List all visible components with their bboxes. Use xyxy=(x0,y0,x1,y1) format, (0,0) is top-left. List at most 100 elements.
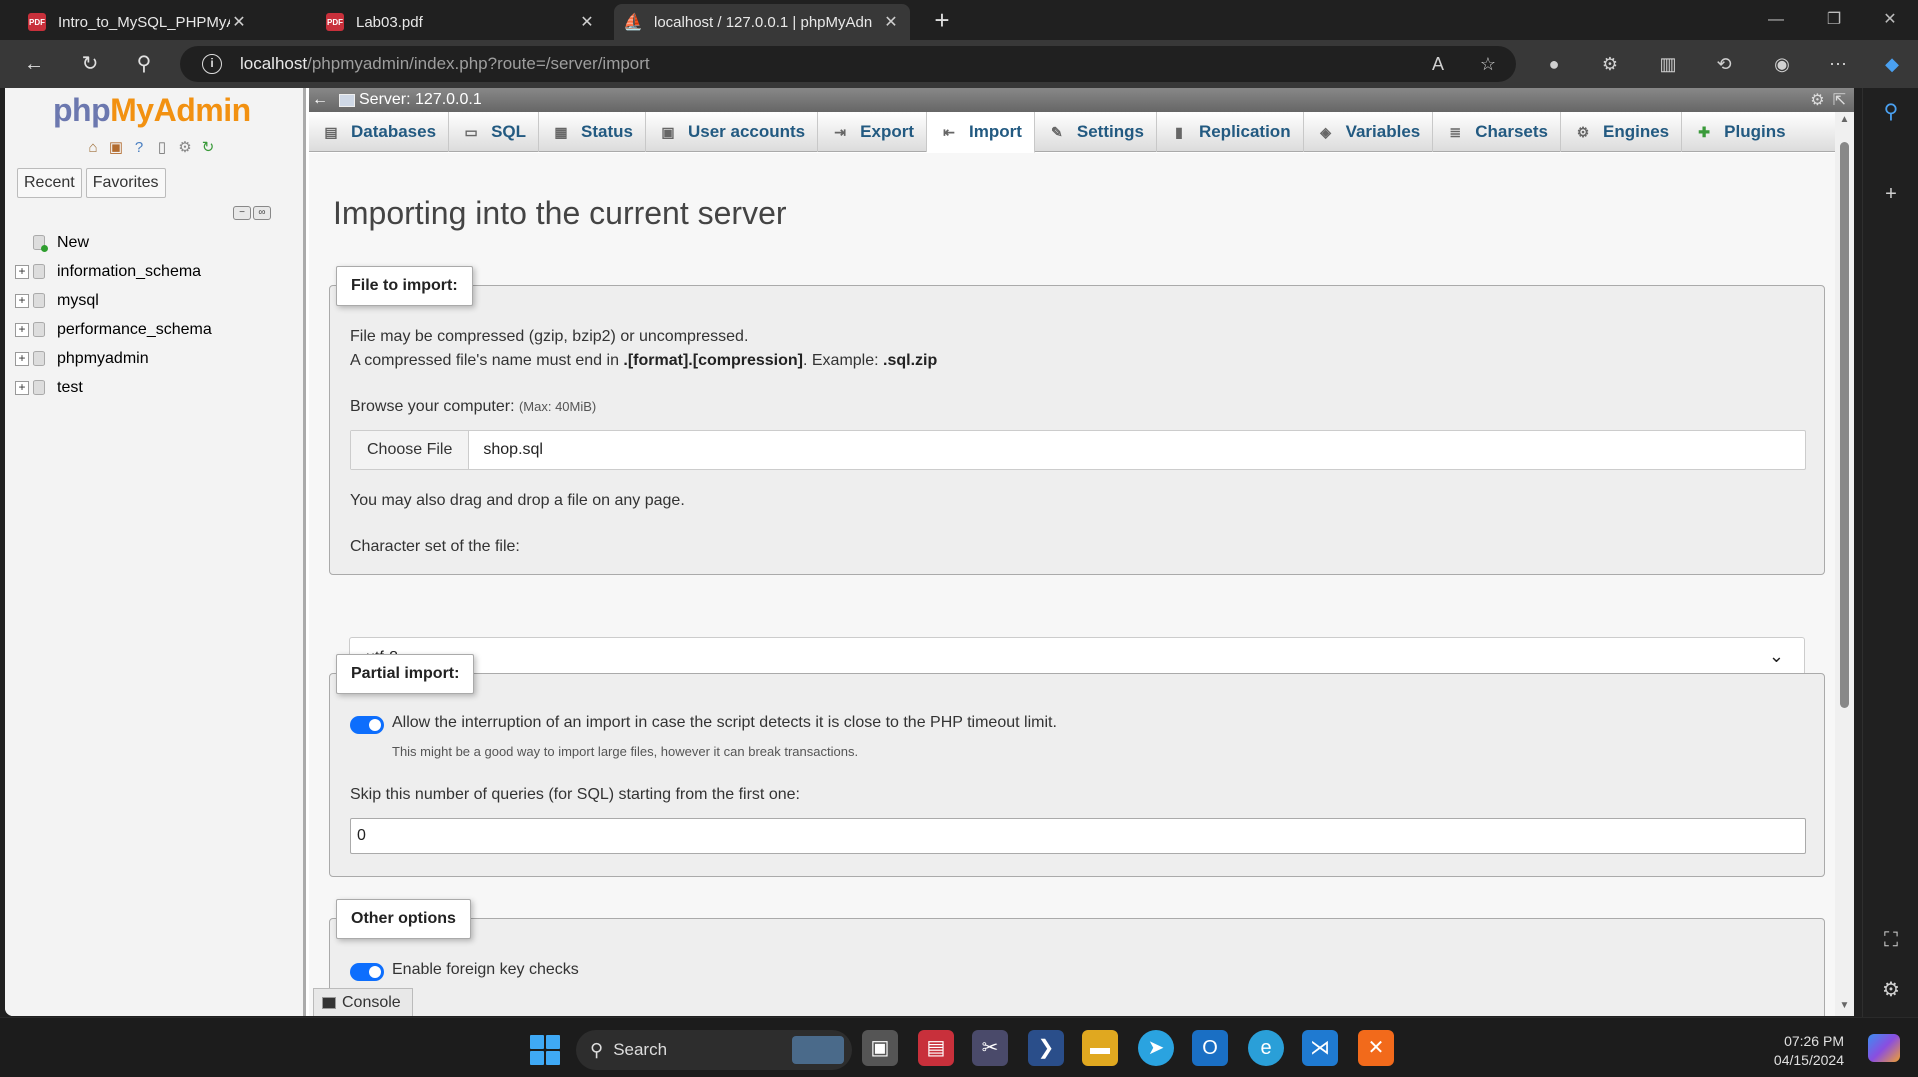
new-tab-button[interactable]: + xyxy=(926,4,958,36)
extensions-puzzle-icon[interactable]: ⚙ xyxy=(1594,48,1626,80)
snipping-tool-icon[interactable]: ✂ xyxy=(972,1030,1008,1066)
taskbar-search[interactable]: ⚲ Search xyxy=(576,1030,852,1070)
outlook-icon[interactable]: O xyxy=(1192,1030,1228,1066)
profile-avatar-icon[interactable]: ◉ xyxy=(1766,48,1798,80)
tab-import[interactable]: ⇤ Import xyxy=(927,112,1035,153)
file-explorer-icon[interactable]: ▬ xyxy=(1082,1030,1118,1066)
status-icon: ▦ xyxy=(554,124,568,140)
tree-item-mysql[interactable]: + mysql xyxy=(15,286,212,315)
tab-variables[interactable]: ◈ Variables xyxy=(1304,112,1434,152)
logout-icon[interactable]: ▣ xyxy=(106,138,126,158)
collapse-top-icon[interactable]: ⇱ xyxy=(1833,90,1846,110)
expand-icon[interactable]: + xyxy=(15,322,29,337)
telegram-icon[interactable]: ➤ xyxy=(1138,1030,1174,1066)
clock-time: 07:26 PM xyxy=(1784,1033,1844,1049)
tab-replication[interactable]: ▮ Replication xyxy=(1157,112,1304,152)
pdf-viewer-icon[interactable]: ▤ xyxy=(918,1030,954,1066)
search-icon[interactable]: ⚲ xyxy=(128,48,160,80)
more-menu-icon[interactable]: ⋯ xyxy=(1822,48,1854,80)
tree-item-test[interactable]: + test xyxy=(15,373,212,402)
gear-icon[interactable]: ⚙ xyxy=(1810,90,1824,110)
url-field[interactable]: i localhost/phpmyadmin/index.php?route=/… xyxy=(180,46,1516,82)
clock[interactable]: 07:26 PM 04/15/2024 xyxy=(1774,1032,1844,1070)
close-icon[interactable]: ✕ xyxy=(882,12,900,32)
skip-queries-input[interactable]: 0 xyxy=(350,818,1806,854)
task-view-icon[interactable]: ▣ xyxy=(862,1030,898,1066)
site-info-icon[interactable]: i xyxy=(202,54,222,74)
expand-icon[interactable]: + xyxy=(15,264,29,279)
choose-file-button[interactable]: Choose File xyxy=(351,431,470,469)
tab-status[interactable]: ▦ Status xyxy=(539,112,646,152)
read-aloud-icon[interactable]: A xyxy=(1422,48,1454,80)
scroll-thumb[interactable] xyxy=(1840,142,1849,708)
expand-icon[interactable]: + xyxy=(15,380,29,395)
link-icon[interactable]: ∞ xyxy=(253,206,271,220)
pma-main-panel: ← Server: 127.0.0.1 ⚙ ⇱ ▤ Databases ▭ SQL … xyxy=(309,88,1854,1016)
phpmyadmin-logo[interactable]: phpMyAdmin xyxy=(53,92,251,129)
tab-user-accounts[interactable]: ▣ User accounts xyxy=(646,112,819,152)
browser-tab-lab03-pdf[interactable]: PDF Lab03.pdf ✕ xyxy=(316,4,606,40)
tree-item-phpmyadmin[interactable]: + phpmyadmin xyxy=(15,344,212,373)
windows-start-icon[interactable] xyxy=(530,1035,560,1065)
gear-icon[interactable]: ⚙ xyxy=(175,138,195,158)
add-icon[interactable]: + xyxy=(1875,178,1907,210)
search-label: Search xyxy=(613,1040,668,1059)
screenshot-icon[interactable]: ⛶ xyxy=(1875,924,1907,956)
close-icon[interactable]: ✕ xyxy=(578,12,596,32)
minimize-button[interactable]: — xyxy=(1748,0,1804,40)
copilot-icon[interactable] xyxy=(1868,1034,1900,1062)
home-icon[interactable]: ⌂ xyxy=(83,138,103,158)
collapse-nav-arrow-icon[interactable]: ← xyxy=(309,91,331,109)
extension-icon[interactable]: ● xyxy=(1538,48,1570,80)
edge-browser-icon[interactable]: e xyxy=(1248,1030,1284,1066)
console-label: Console xyxy=(342,993,401,1011)
tab-databases[interactable]: ▤ Databases xyxy=(309,112,450,152)
tab-sql[interactable]: ▭ SQL xyxy=(449,112,540,152)
gear-icon[interactable]: ⚙ xyxy=(1875,974,1907,1006)
scroll-down-icon[interactable]: ▼ xyxy=(1837,1000,1852,1014)
xampp-icon[interactable]: ✕ xyxy=(1358,1030,1394,1066)
database-icon: ▤ xyxy=(324,124,338,140)
reload-icon[interactable]: ↻ xyxy=(198,138,218,158)
favorites-button[interactable]: Favorites xyxy=(85,168,166,198)
close-window-button[interactable]: ✕ xyxy=(1862,0,1918,40)
file-input[interactable]: Choose File shop.sql xyxy=(350,430,1806,470)
history-icon[interactable]: ⟲ xyxy=(1708,48,1740,80)
tab-charsets[interactable]: ≣ Charsets xyxy=(1433,112,1562,152)
maximize-button[interactable]: ❐ xyxy=(1806,0,1862,40)
tree-item-new[interactable]: New xyxy=(15,228,212,257)
fieldset-legend: Partial import: xyxy=(336,654,475,694)
scroll-up-icon[interactable]: ▲ xyxy=(1837,114,1852,128)
expand-icon[interactable]: + xyxy=(15,351,29,366)
back-arrow-icon[interactable]: ← xyxy=(18,48,50,80)
server-label[interactable]: Server: 127.0.0.1 xyxy=(359,91,482,109)
close-icon[interactable]: ✕ xyxy=(230,12,248,32)
copilot-icon[interactable]: ◆ xyxy=(1876,48,1908,80)
vscode-icon[interactable]: ⋊ xyxy=(1302,1030,1338,1066)
tab-plugins[interactable]: ✚ Plugins xyxy=(1682,112,1797,152)
terminal-icon[interactable]: ❯ xyxy=(1028,1030,1064,1066)
browser-tab-phpmyadmin[interactable]: ⛵ localhost / 127.0.0.1 | phpMyAdn ✕ xyxy=(614,4,910,40)
tab-engines[interactable]: ⚙ Engines xyxy=(1561,112,1683,152)
expand-icon[interactable]: + xyxy=(15,293,29,308)
console-button[interactable]: Console xyxy=(313,988,413,1016)
collapse-all-icon[interactable]: − xyxy=(233,206,251,220)
refresh-icon[interactable]: ↻ xyxy=(74,48,106,80)
tab-settings[interactable]: ✎ Settings xyxy=(1035,112,1157,152)
logo-myadmin: MyAdmin xyxy=(110,92,251,128)
wrench-icon: ✎ xyxy=(1051,124,1063,140)
browser-tab-intro-pdf[interactable]: PDF Intro_to_MySQL_PHPMyAdmin.p ✕ xyxy=(18,4,258,40)
docs-icon[interactable]: ▯ xyxy=(152,138,172,158)
plugin-icon: ✚ xyxy=(1698,124,1710,140)
foreign-key-toggle[interactable] xyxy=(350,963,384,981)
tree-item-information-schema[interactable]: + information_schema xyxy=(15,257,212,286)
page-scrollbar[interactable]: ▲ ▼ xyxy=(1835,112,1854,1016)
search-icon[interactable]: ⚲ xyxy=(1875,96,1907,128)
allow-interrupt-toggle[interactable] xyxy=(350,716,384,734)
tree-item-performance-schema[interactable]: + performance_schema xyxy=(15,315,212,344)
favorite-star-icon[interactable]: ☆ xyxy=(1472,48,1504,80)
tab-export[interactable]: ⇥ Export xyxy=(818,112,927,152)
help-icon[interactable]: ? xyxy=(129,138,149,158)
split-screen-icon[interactable]: ▥ xyxy=(1652,48,1684,80)
recent-button[interactable]: Recent xyxy=(17,168,82,198)
